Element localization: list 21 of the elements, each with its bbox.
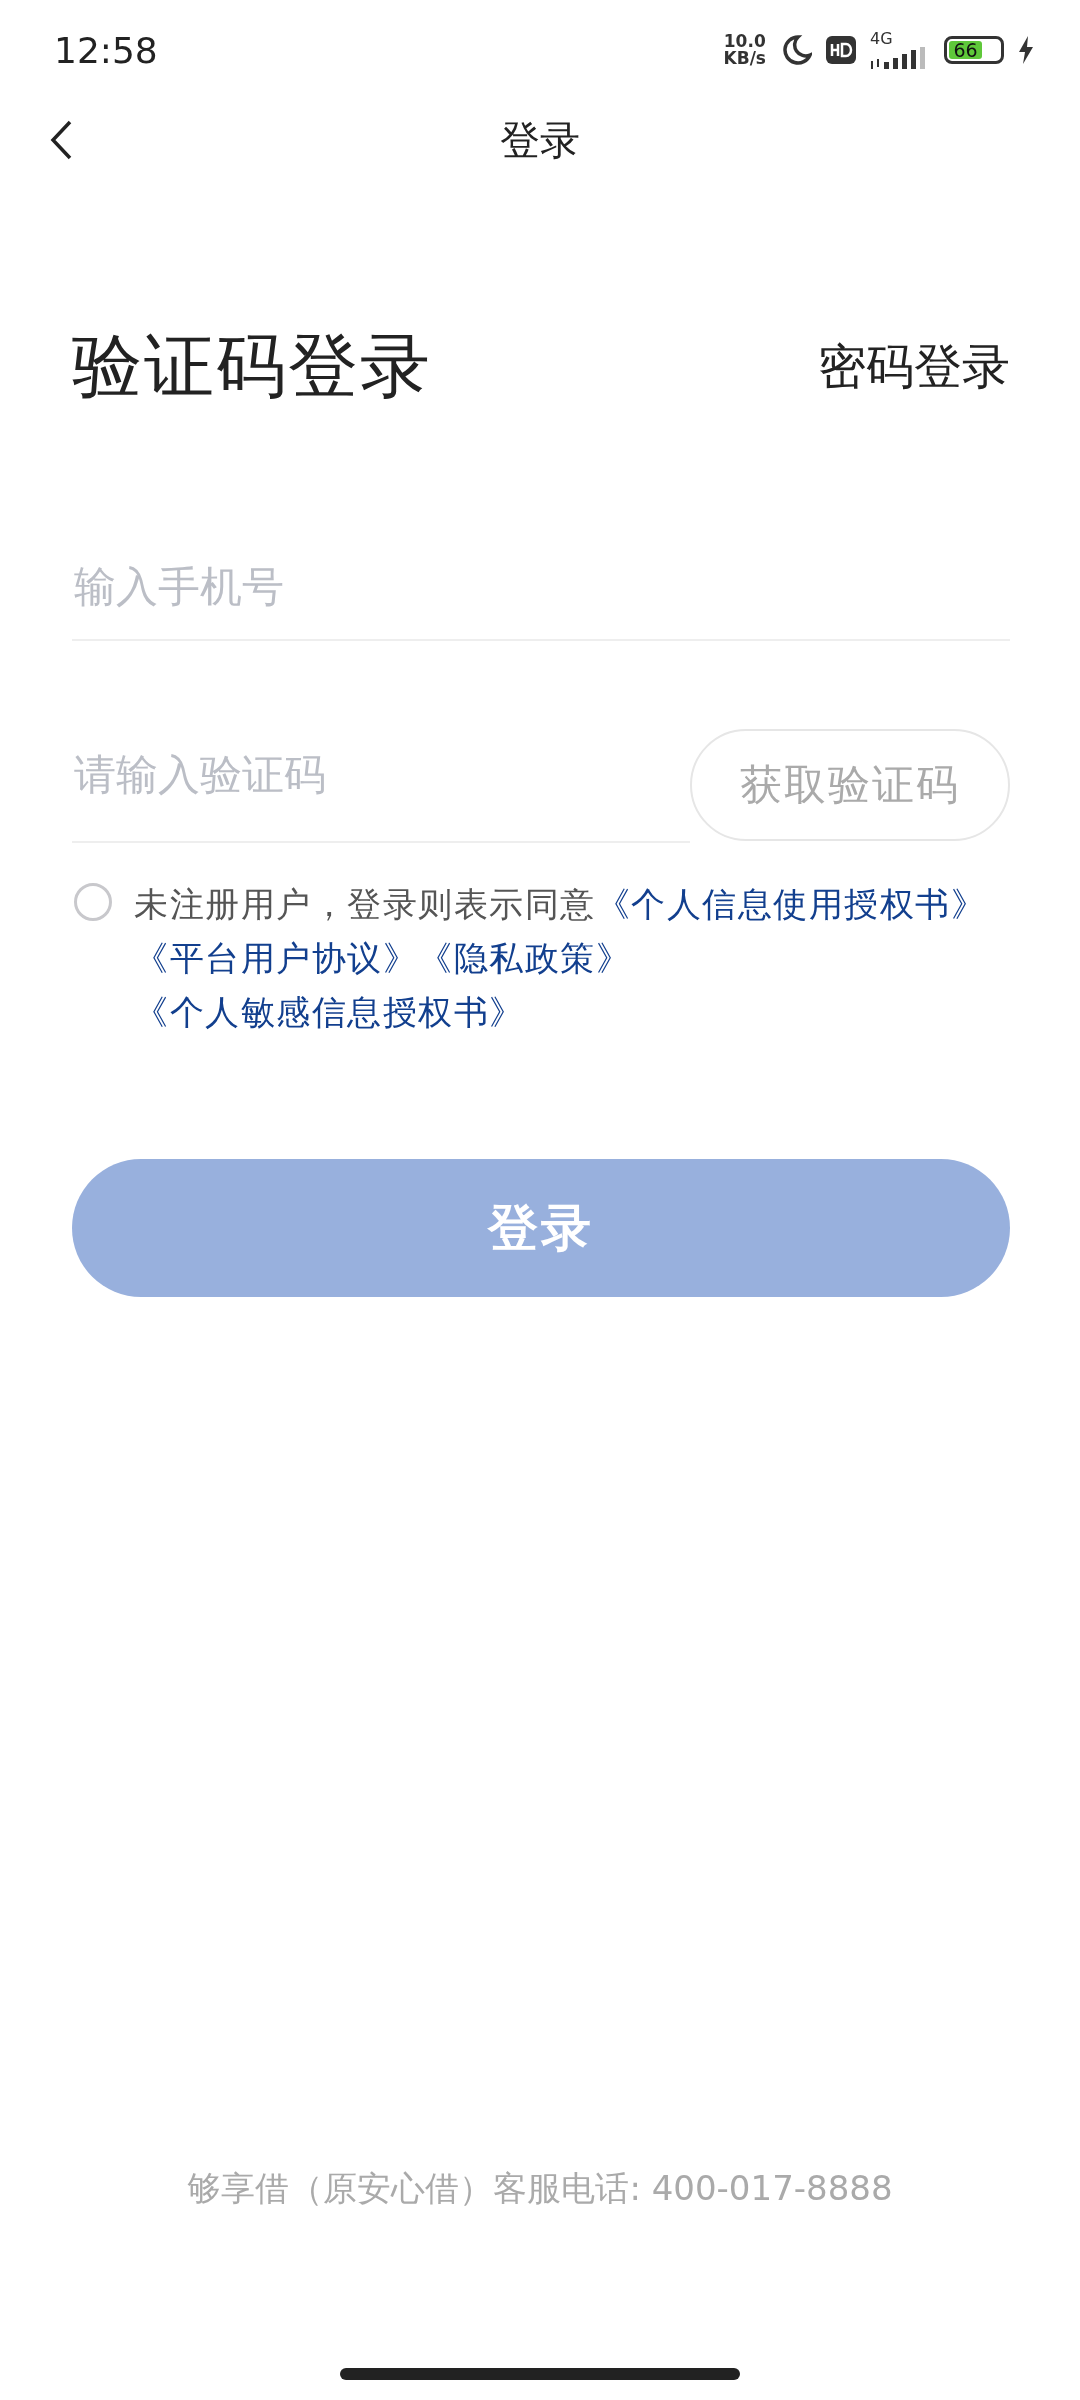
login-method-title: 验证码登录 <box>72 324 432 409</box>
agreement-link[interactable]: 《平台用户协议》 <box>134 938 418 978</box>
back-icon[interactable] <box>50 120 74 160</box>
phone-input-field[interactable]: 输入手机号 <box>72 562 1010 641</box>
code-input-field[interactable]: 请输入验证码 <box>72 750 690 843</box>
home-indicator[interactable] <box>340 2368 740 2380</box>
status-time: 12:58 <box>54 29 158 71</box>
network-type: 4G <box>870 31 893 47</box>
moon-icon <box>780 34 812 66</box>
agreement-link[interactable]: 《个人敏感信息授权书》 <box>134 992 525 1032</box>
network-speed: 10.0 KB/s <box>723 33 766 67</box>
agreement-link[interactable]: 《个人信息使用授权书》 <box>595 884 986 924</box>
password-login-link[interactable]: 密码登录 <box>818 335 1010 399</box>
agreement-radio[interactable] <box>74 883 112 921</box>
charging-icon <box>1018 36 1034 64</box>
hd-icon <box>826 36 856 64</box>
page-title: 登录 <box>500 115 580 165</box>
agreement-text: 未注册用户，登录则表示同意《个人信息使用授权书》 《平台用户协议》《隐私政策》 《个人敏感信息授权书》 <box>134 883 987 1034</box>
battery-level: 66 <box>953 41 978 59</box>
customer-service-text: 够享借（原安心借）客服电话: 400-017-8888 <box>186 2167 894 2210</box>
agreement-link[interactable]: 《隐私政策》 <box>418 938 631 978</box>
